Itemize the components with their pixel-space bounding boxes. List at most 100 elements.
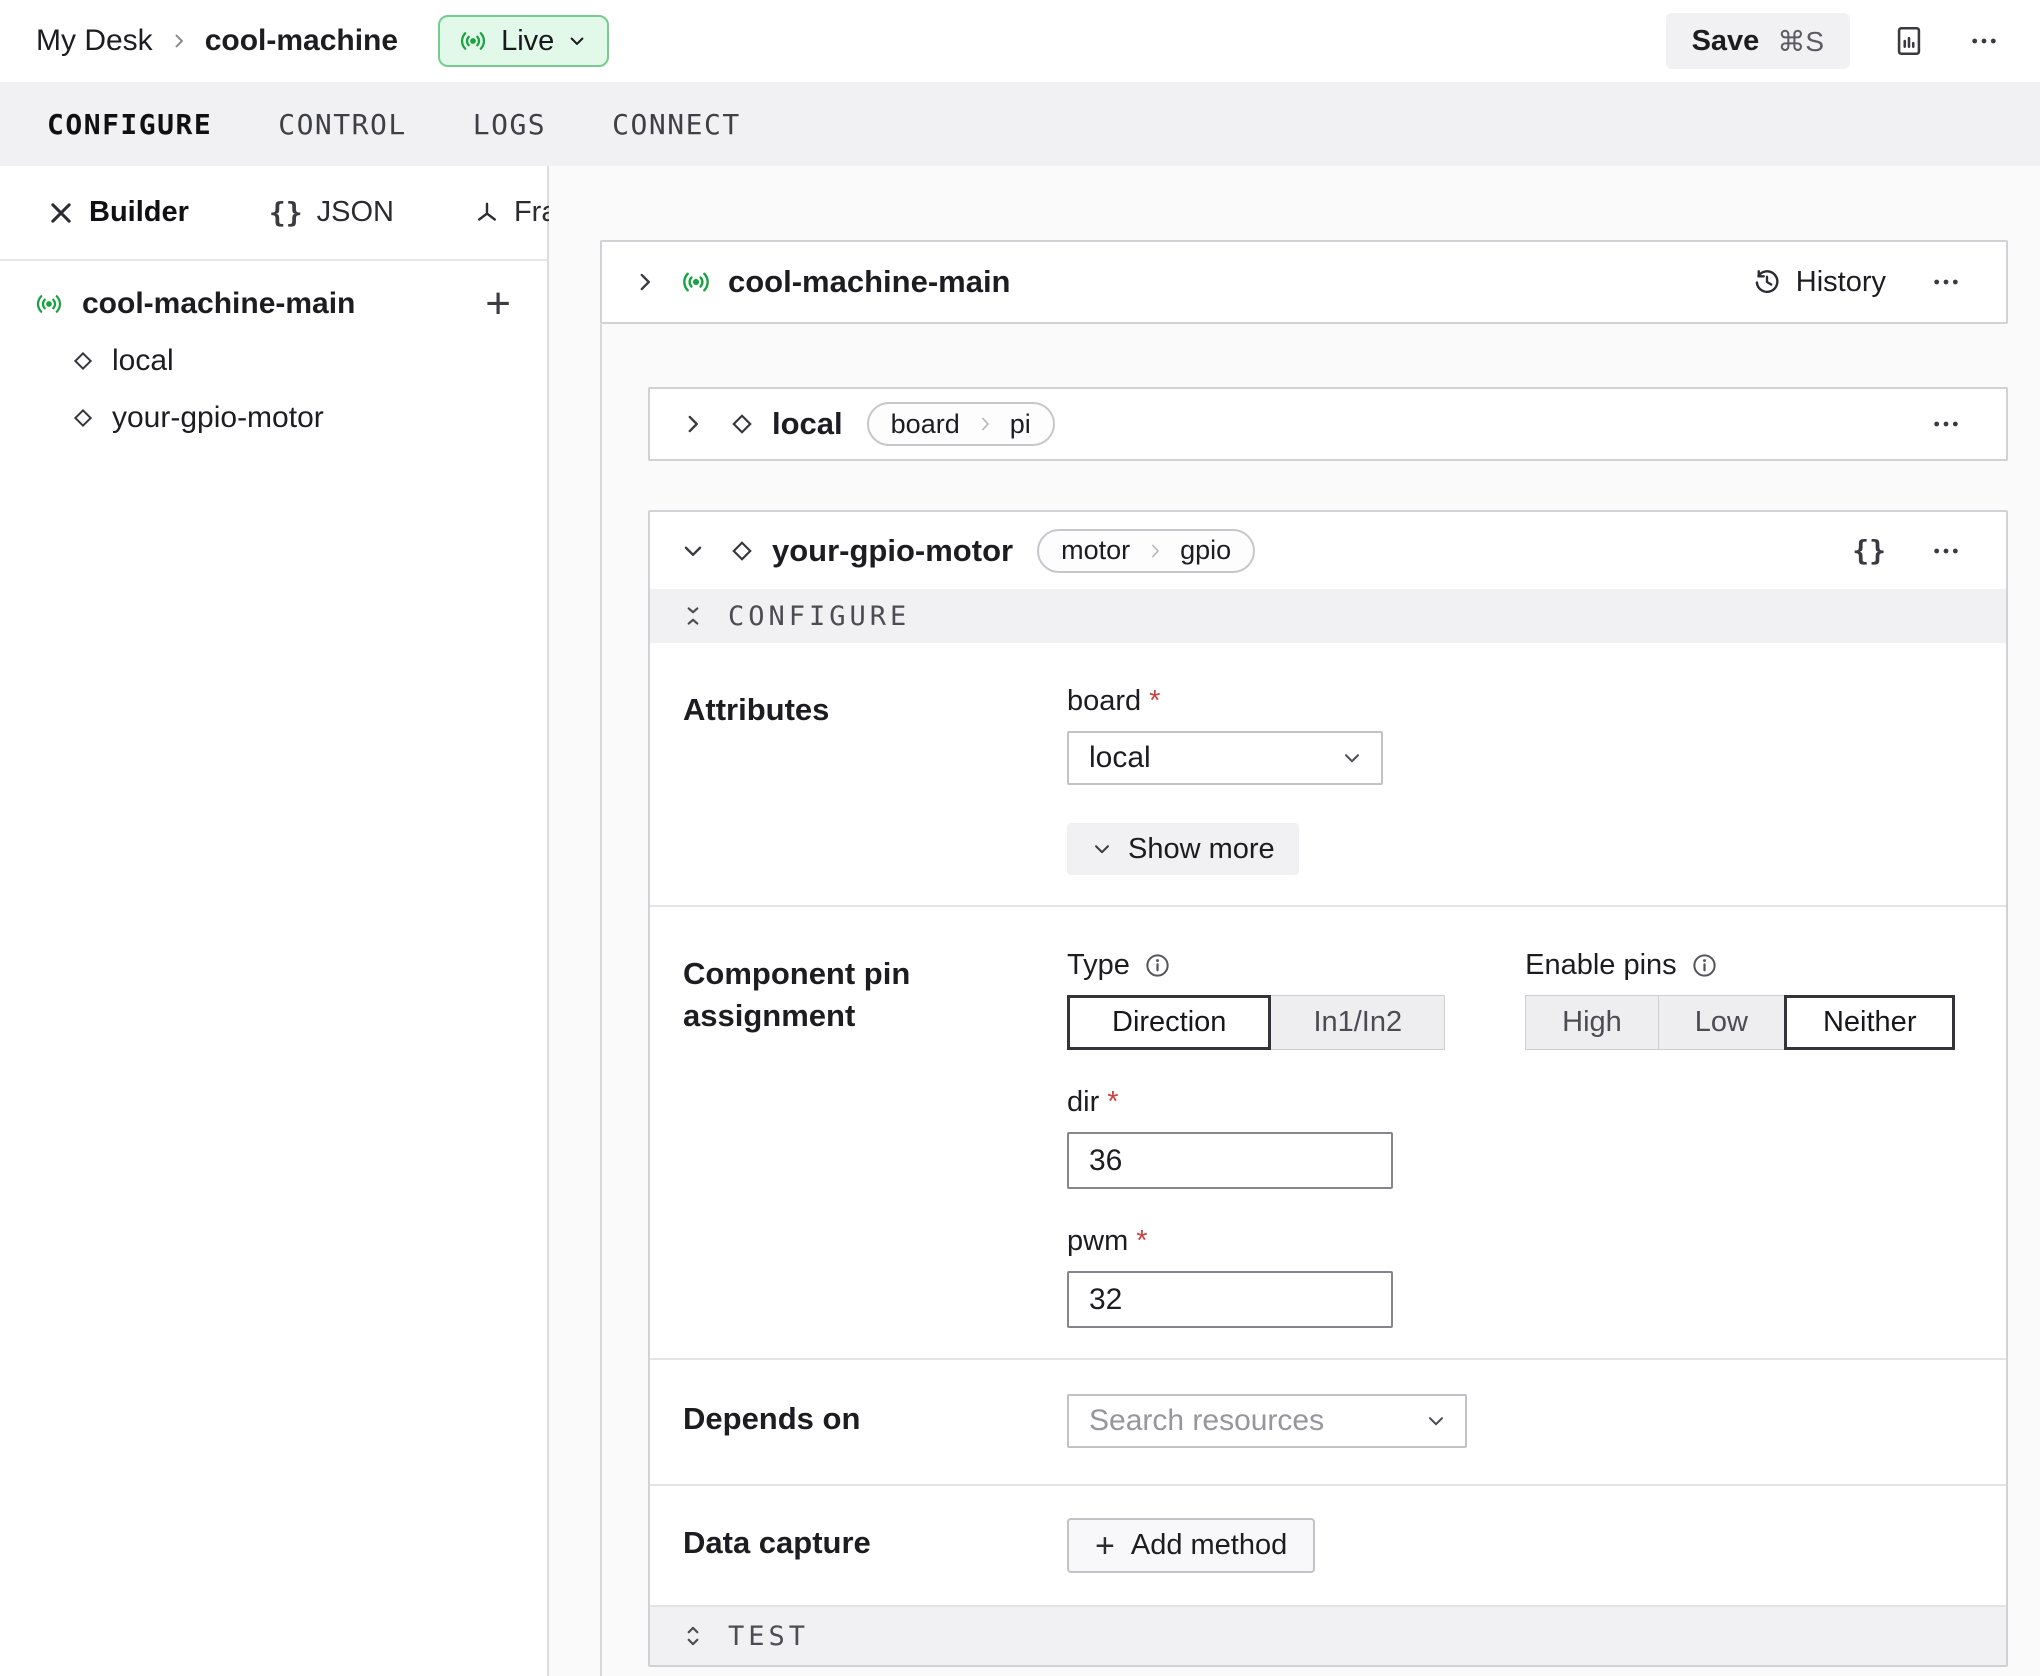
tree-item-machine[interactable]: cool-machine-main + xyxy=(0,275,547,332)
type-field-label: Type xyxy=(1067,949,1445,982)
enable-pins-group: Enable pins High Low Neither xyxy=(1525,949,1955,1050)
chevron-right-icon xyxy=(976,415,994,433)
history-button[interactable]: History xyxy=(1752,266,1886,299)
tab-connect[interactable]: CONNECT xyxy=(612,108,741,141)
plus-icon: + xyxy=(1095,1529,1115,1563)
depends-on-placeholder: Search resources xyxy=(1089,1404,1324,1438)
overflow-menu-icon[interactable] xyxy=(1930,266,1962,298)
topbar-actions: Save ⌘S xyxy=(1666,13,2000,69)
board-label-text: board xyxy=(1067,685,1141,718)
expand-icon xyxy=(680,1623,706,1649)
breadcrumb-current: cool-machine xyxy=(205,24,398,58)
depends-on-section: Depends on Search resources xyxy=(650,1360,2006,1486)
report-icon[interactable] xyxy=(1892,24,1926,58)
save-button[interactable]: Save ⌘S xyxy=(1666,13,1850,69)
tree-motor-label: your-gpio-motor xyxy=(112,401,324,435)
config-content: cool-machine-main History xyxy=(549,166,2040,1676)
code-braces-icon[interactable]: {} xyxy=(1852,534,1886,567)
info-icon[interactable] xyxy=(1691,952,1718,979)
diamond-icon xyxy=(728,410,756,438)
breadcrumb: My Desk cool-machine xyxy=(36,24,398,58)
machine-card-title: cool-machine-main xyxy=(728,264,1011,300)
board-select-value: local xyxy=(1089,741,1151,775)
overflow-menu-icon[interactable] xyxy=(1930,535,1962,567)
local-board-card: local board pi xyxy=(648,387,2008,461)
configure-section-bar[interactable]: CONFIGURE xyxy=(650,589,2006,643)
overflow-menu-icon[interactable] xyxy=(1968,25,2000,57)
app-root: My Desk cool-machine Live Save ⌘S xyxy=(0,0,2040,1676)
depends-on-select[interactable]: Search resources xyxy=(1067,1394,1467,1448)
live-label: Live xyxy=(501,25,554,58)
show-more-button[interactable]: Show more xyxy=(1067,823,1299,875)
enable-option-high[interactable]: High xyxy=(1525,995,1659,1050)
required-marker: * xyxy=(1107,1086,1118,1119)
tree-item-your-gpio-motor[interactable]: your-gpio-motor xyxy=(0,389,547,446)
required-marker: * xyxy=(1149,685,1160,718)
pwm-input[interactable] xyxy=(1067,1271,1393,1328)
badge-pi: pi xyxy=(994,409,1047,440)
machine-card: cool-machine-main History xyxy=(600,240,2008,324)
dir-input[interactable] xyxy=(1067,1132,1393,1189)
broadcast-icon xyxy=(458,26,488,56)
history-icon xyxy=(1752,267,1782,297)
chevron-down-icon xyxy=(567,31,587,51)
dir-label-text: dir xyxy=(1067,1086,1099,1119)
sidebar: Builder {} JSON Frame xyxy=(0,166,549,1676)
mode-json[interactable]: {} JSON xyxy=(269,196,394,229)
chevron-right-icon[interactable] xyxy=(632,269,658,295)
type-option-direction[interactable]: Direction xyxy=(1067,995,1271,1050)
enable-option-low[interactable]: Low xyxy=(1658,995,1785,1050)
motor-card-header: your-gpio-motor motor gpio {} xyxy=(650,512,2006,589)
main-shell: Builder {} JSON Frame xyxy=(0,166,2040,1676)
enable-pins-label-text: Enable pins xyxy=(1525,949,1677,982)
board-field-label: board * xyxy=(1067,685,1974,718)
tools-icon xyxy=(47,199,75,227)
attributes-label: Attributes xyxy=(683,685,1067,875)
type-label-text: Type xyxy=(1067,949,1130,982)
chevron-down-icon xyxy=(1341,747,1363,769)
add-resource-button[interactable]: + xyxy=(485,282,511,326)
pin-assignment-section: Component pin assignment Type xyxy=(650,907,2006,1360)
dir-field: dir * xyxy=(1067,1086,1974,1189)
badge-motor: motor xyxy=(1045,535,1146,566)
chevron-right-icon[interactable] xyxy=(680,411,706,437)
frame-axes-icon xyxy=(474,200,500,226)
type-option-in1in2[interactable]: In1/In2 xyxy=(1270,995,1445,1050)
chevron-down-icon xyxy=(1425,1410,1447,1432)
add-method-button[interactable]: + Add method xyxy=(1067,1518,1315,1573)
enable-pins-toggle-group: High Low Neither xyxy=(1525,995,1955,1050)
tab-control[interactable]: CONTROL xyxy=(278,108,407,141)
required-marker: * xyxy=(1136,1225,1147,1258)
depends-on-label: Depends on xyxy=(683,1394,1067,1440)
board-select[interactable]: local xyxy=(1067,731,1383,785)
live-status-dropdown[interactable]: Live xyxy=(438,15,609,67)
machine-children: local board pi xyxy=(600,387,2008,1667)
chevron-down-icon[interactable] xyxy=(680,538,706,564)
save-label: Save xyxy=(1692,25,1760,58)
collapse-icon xyxy=(680,603,706,629)
test-bar-label: TEST xyxy=(728,1621,809,1652)
history-label: History xyxy=(1796,266,1886,299)
info-icon[interactable] xyxy=(1144,952,1171,979)
view-mode-switcher: Builder {} JSON Frame xyxy=(0,166,547,261)
mode-builder[interactable]: Builder xyxy=(47,196,189,229)
overflow-menu-icon[interactable] xyxy=(1930,408,1962,440)
broadcast-icon xyxy=(680,266,712,298)
diamond-icon xyxy=(70,348,96,374)
tab-configure[interactable]: CONFIGURE xyxy=(47,108,212,141)
mode-json-label: JSON xyxy=(317,196,394,229)
data-capture-section: Data capture + Add method xyxy=(650,1486,2006,1607)
local-card-title: local xyxy=(772,406,843,442)
test-section-bar[interactable]: TEST xyxy=(650,1607,2006,1665)
configure-bar-label: CONFIGURE xyxy=(728,601,910,632)
add-method-label: Add method xyxy=(1131,1529,1287,1562)
top-bar: My Desk cool-machine Live Save ⌘S xyxy=(0,0,2040,82)
resource-type-badge: board pi xyxy=(867,402,1055,446)
tab-logs[interactable]: LOGS xyxy=(473,108,546,141)
tree-item-local[interactable]: local xyxy=(0,332,547,389)
badge-board: board xyxy=(875,409,976,440)
enable-option-neither[interactable]: Neither xyxy=(1784,995,1956,1050)
tree-machine-label: cool-machine-main xyxy=(82,287,355,321)
attributes-section: Attributes board * local xyxy=(650,643,2006,907)
breadcrumb-root[interactable]: My Desk xyxy=(36,24,153,58)
